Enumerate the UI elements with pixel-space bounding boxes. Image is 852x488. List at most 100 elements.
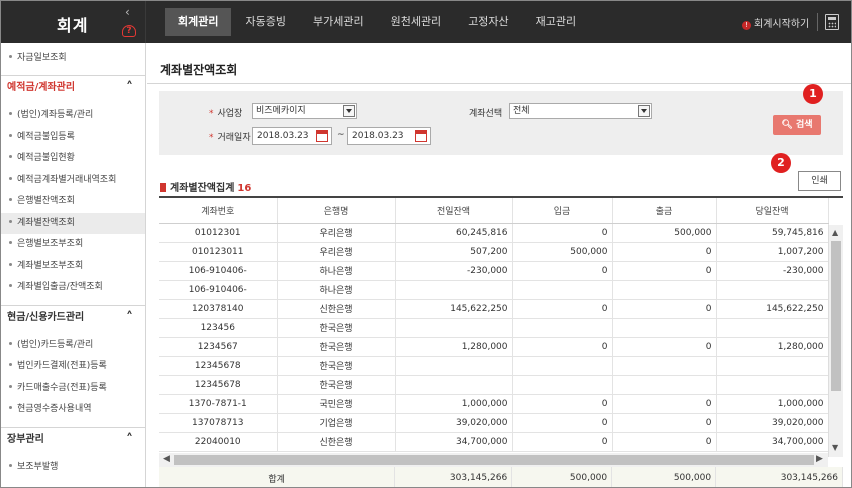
sidebar-item[interactable]: 법인카드결제(전표)등록 <box>1 356 145 377</box>
scroll-up-icon[interactable]: ▲ <box>832 228 838 237</box>
logo-area: 회계 ‹ ? <box>1 1 146 43</box>
sidebar-section-0[interactable]: 예적금/계좌관리 ˄ <box>1 75 145 99</box>
calculator-icon[interactable] <box>825 14 839 30</box>
scroll-down-icon[interactable]: ▼ <box>832 443 838 452</box>
sidebar-item[interactable]: 현금영수증사용내역 <box>1 399 145 420</box>
nav-item-4[interactable]: 고정자산 <box>455 8 521 36</box>
scroll-right-icon[interactable]: ▶ <box>816 454 823 464</box>
sidebar-item[interactable]: (법인)계좌등록/관리 <box>1 105 145 126</box>
date-from-input[interactable]: 2018.03.23 <box>252 127 332 145</box>
chevron-up-icon[interactable]: ˄ <box>126 428 133 452</box>
table-cell: 0 <box>512 432 613 452</box>
sidebar-item-label: 은행별잔액조회 <box>17 196 75 206</box>
table-row[interactable]: 106-910406- 하나은행 <box>159 280 829 300</box>
table-cell: 0 <box>612 394 717 414</box>
sidebar-item-label: 예적금불입현황 <box>17 153 75 163</box>
section-marker <box>160 183 166 192</box>
bullet <box>9 176 12 180</box>
table-cell: 12345678 <box>159 375 278 395</box>
sidebar-item[interactable]: 계좌별입출금/잔액조회 <box>1 277 145 298</box>
column-header[interactable]: 출금 <box>612 198 717 224</box>
table-row[interactable]: 22040010 신한은행 34,700,000 0 0 34,700,000 <box>159 432 829 452</box>
bullet <box>9 219 12 223</box>
column-header[interactable]: 입금 <box>512 198 613 224</box>
sidebar-section-2[interactable]: 장부관리 ˄ <box>1 426 145 452</box>
sidebar-item[interactable]: 예적금불입현황 <box>1 148 145 169</box>
column-header[interactable]: 전일잔액 <box>395 198 513 224</box>
sidebar-item[interactable]: 은행별잔액조회 <box>1 191 145 212</box>
table-cell <box>395 280 513 300</box>
table-cell: 34,700,000 <box>716 432 829 452</box>
table-row[interactable]: 1234567 한국은행 1,280,000 0 0 1,280,000 <box>159 337 829 357</box>
account-select[interactable]: 전체 <box>509 103 652 119</box>
sidebar-item[interactable]: 계좌별보조부조회 <box>1 256 145 277</box>
vertical-scrollbar[interactable]: ▲ ▼ <box>828 225 843 457</box>
sidebar-section-title: 예적금/계좌관리 <box>7 82 76 93</box>
table-cell: 60,245,816 <box>395 223 513 243</box>
chevron-left-icon[interactable]: ‹ <box>125 5 130 19</box>
chevron-up-icon[interactable]: ˄ <box>126 76 133 100</box>
table-cell <box>395 375 513 395</box>
scroll-left-icon[interactable]: ◀ <box>163 454 170 464</box>
table-cell: 1,280,000 <box>395 337 513 357</box>
sidebar-item[interactable]: 예적금계좌별거래내역조회 <box>1 170 145 191</box>
column-header[interactable]: 당일잔액 <box>716 198 829 224</box>
nav-item-0[interactable]: 회계관리 <box>165 8 232 36</box>
date-to-input[interactable]: 2018.03.23 <box>347 127 431 145</box>
table-row[interactable]: 1370-7871-1 국민은행 1,000,000 0 0 1,000,000 <box>159 394 829 414</box>
table-row[interactable]: 120378140 신한은행 145,622,250 0 0 145,622,250 <box>159 299 829 319</box>
table-row[interactable]: 010123011 우리은행 507,200 500,000 0 1,007,200 <box>159 242 829 262</box>
table-cell: 0 <box>512 413 613 433</box>
column-header[interactable]: 은행명 <box>277 198 396 224</box>
table-cell: 우리은행 <box>277 242 396 262</box>
date-from-value: 2018.03.23 <box>257 131 309 141</box>
column-header[interactable]: 계좌번호 <box>159 198 278 224</box>
start-accounting-link[interactable]: ! 회계시작하기 <box>742 15 809 30</box>
table-cell: 145,622,250 <box>716 299 829 319</box>
table-cell <box>512 318 613 338</box>
total-cell: 303,145,266 <box>715 467 843 487</box>
bullet <box>9 55 12 58</box>
table-cell: 하나은행 <box>277 261 396 281</box>
nav-item-3[interactable]: 원천세관리 <box>378 8 455 36</box>
chevron-up-icon[interactable]: ˄ <box>126 306 133 330</box>
scroll-thumb[interactable] <box>831 241 841 391</box>
sidebar-item[interactable]: 보조부발행 <box>1 457 145 478</box>
table-row[interactable]: 12345678 한국은행 <box>159 356 829 376</box>
table-row[interactable]: 123456 한국은행 <box>159 318 829 338</box>
range-separator: ~ <box>337 130 345 140</box>
nav-item-5[interactable]: 재고관리 <box>523 8 589 36</box>
table-row[interactable]: 01012301 우리은행 60,245,816 0 500,000 59,745,816 <box>159 223 829 243</box>
sidebar-item[interactable]: 카드매출수금(전표)등록 <box>1 378 145 399</box>
table-row[interactable]: 12345678 한국은행 <box>159 375 829 395</box>
sidebar-item[interactable]: 은행별보조부조회 <box>1 234 145 255</box>
start-accounting-label: 회계시작하기 <box>754 19 810 30</box>
nav-item-1[interactable]: 자동증빙 <box>232 8 298 36</box>
table-row[interactable]: 137078713 기업은행 39,020,000 0 0 39,020,000 <box>159 413 829 433</box>
scroll-thumb[interactable] <box>174 455 814 465</box>
headset-help-icon[interactable]: ? <box>122 25 136 37</box>
business-select[interactable]: 비즈메카이지 <box>252 103 357 119</box>
table-row[interactable]: 106-910406- 하나은행 -230,000 0 0 -230,000 <box>159 261 829 281</box>
sidebar-item[interactable]: (법인)카드등록/관리 <box>1 335 145 356</box>
bullet <box>9 341 12 345</box>
table-cell: 1,007,200 <box>716 242 829 262</box>
search-button[interactable]: 🔍︎ 검색 <box>773 115 821 135</box>
alert-icon: ! <box>742 21 751 30</box>
search-icon: 🔍︎ <box>781 120 793 130</box>
table-cell: 신한은행 <box>277 432 396 452</box>
calendar-icon[interactable] <box>316 130 328 142</box>
print-button[interactable]: 인쇄 <box>798 171 841 191</box>
sidebar-item[interactable]: 계좌별잔액조회 <box>1 212 145 234</box>
calendar-icon[interactable] <box>415 130 427 142</box>
table-cell <box>716 356 829 376</box>
nav-item-2[interactable]: 부가세관리 <box>300 8 377 36</box>
search-button-label: 검색 <box>796 120 813 130</box>
required-mark: * <box>209 109 214 119</box>
table-cell: 01012301 <box>159 223 278 243</box>
sidebar-section-1[interactable]: 현금/신용카드관리 ˄ <box>1 304 145 330</box>
horizontal-scrollbar[interactable]: ◀ ▶ <box>159 453 828 467</box>
sidebar-item[interactable]: 예적금불입등록 <box>1 127 145 148</box>
sidebar-item-cash-daily[interactable]: 자금일보조회 <box>1 48 145 69</box>
bullet <box>9 112 12 115</box>
